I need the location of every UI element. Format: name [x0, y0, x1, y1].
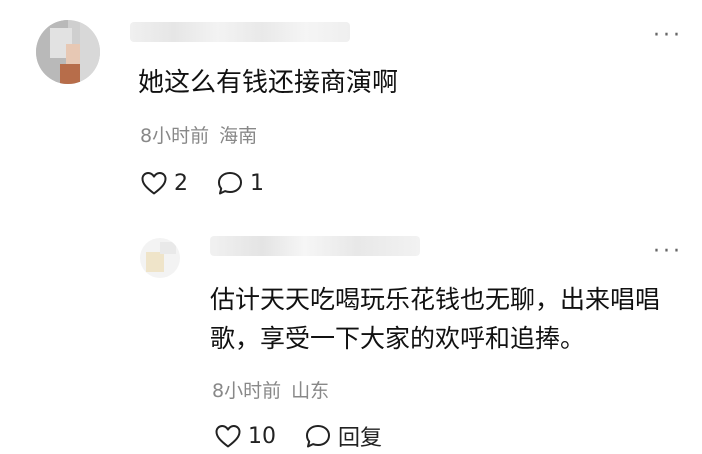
reply-avatar[interactable]	[140, 238, 180, 278]
reply-reply-button[interactable]: 回复	[304, 420, 382, 452]
reply-time: 8小时前	[212, 380, 282, 402]
comment-actions: 2 1	[140, 168, 264, 198]
heart-outline-icon	[215, 425, 241, 448]
comment-time: 8小时前	[140, 125, 210, 147]
reply-text: 估计天天吃喝玩乐花钱也无聊，出来唱唱歌，享受一下大家的欢呼和追捧。	[210, 285, 661, 353]
speech-bubble-icon	[218, 172, 242, 195]
reply-like-button[interactable]: 10	[214, 423, 276, 449]
comment-thread: ··· 她这么有钱还接商演啊 8小时前 海南 2 1 ··· 估计天天吃喝玩乐花钱…	[0, 0, 702, 454]
comment-text: 她这么有钱还接商演啊	[138, 68, 399, 98]
reply-meta: 8小时前 山东	[212, 376, 329, 403]
like-button[interactable]: 2	[140, 170, 188, 196]
comment-meta: 8小时前 海南	[140, 121, 257, 148]
reply-username-blurred[interactable]	[210, 236, 420, 256]
avatar[interactable]	[36, 20, 100, 84]
reply-button[interactable]: 1	[216, 170, 264, 196]
reply-label: 回复	[338, 426, 383, 451]
heart-outline-icon	[141, 172, 167, 195]
ellipsis-icon[interactable]: ···	[652, 241, 684, 263]
reply-like-count: 10	[248, 423, 276, 449]
reply-count: 1	[250, 170, 264, 196]
speech-bubble-icon	[306, 425, 330, 448]
reply-location: 山东	[291, 380, 330, 402]
username-blurred[interactable]	[130, 22, 350, 42]
like-count: 2	[174, 170, 188, 196]
ellipsis-icon[interactable]: ···	[652, 25, 684, 47]
reply-actions: 10 回复	[214, 421, 382, 451]
comment-location: 海南	[219, 125, 258, 147]
